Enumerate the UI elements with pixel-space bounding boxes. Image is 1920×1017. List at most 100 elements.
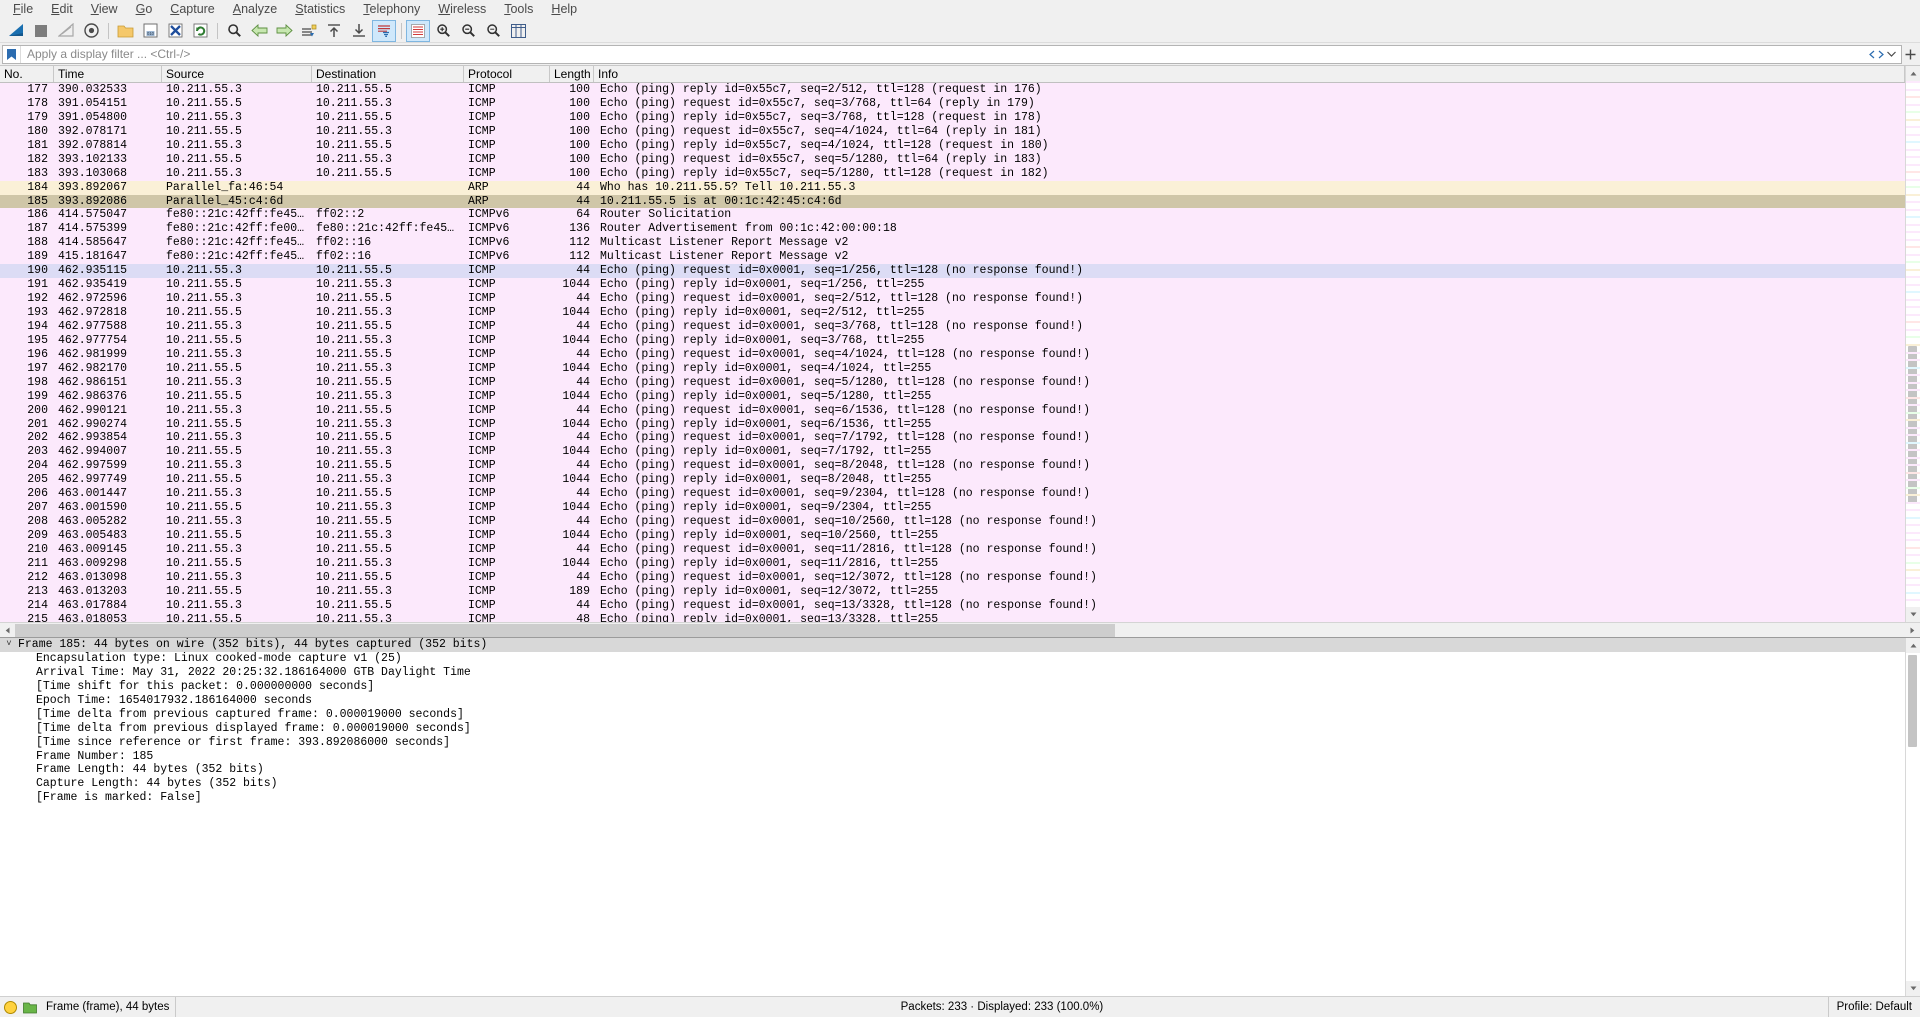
- packet-row[interactable]: 182 393.102133 10.211.55.5 10.211.55.3 ICMP 1…: [0, 152, 1905, 167]
- packet-row[interactable]: 205 462.997749 10.211.55.5 10.211.55.3 ICMP 1…: [0, 473, 1905, 488]
- packet-row[interactable]: 206 463.001447 10.211.55.3 10.211.55.5 ICMP 4…: [0, 487, 1905, 502]
- find-packet-button[interactable]: [222, 20, 246, 42]
- packet-list-vertical-scrollbar[interactable]: [1905, 66, 1920, 622]
- scroll-left-arrow-icon[interactable]: [0, 622, 15, 638]
- resize-columns-button[interactable]: [506, 20, 530, 42]
- packet-row[interactable]: 195 462.977754 10.211.55.5 10.211.55.3 ICMP 1…: [0, 333, 1905, 348]
- add-filter-button-icon[interactable]: [1902, 45, 1918, 64]
- capture-options-button[interactable]: [79, 20, 103, 42]
- go-first-packet-button[interactable]: [322, 20, 346, 42]
- go-back-button[interactable]: [247, 20, 271, 42]
- menu-statistics[interactable]: Statistics: [286, 0, 354, 19]
- restart-capture-button[interactable]: [54, 20, 78, 42]
- expert-info-icon[interactable]: [0, 997, 20, 1017]
- menu-capture[interactable]: Capture: [161, 0, 223, 19]
- packet-row[interactable]: 178 391.054151 10.211.55.5 10.211.55.3 ICMP 1…: [0, 96, 1905, 111]
- packet-row[interactable]: 203 462.994007 10.211.55.5 10.211.55.3 ICMP 1…: [0, 445, 1905, 460]
- details-vertical-scrollbar[interactable]: [1905, 638, 1920, 996]
- hscroll-track[interactable]: [15, 622, 1905, 638]
- filter-expand-icon[interactable]: [1867, 46, 1885, 63]
- menu-wireless[interactable]: Wireless: [429, 0, 495, 19]
- chevron-down-icon[interactable]: ˅: [2, 638, 16, 652]
- packet-details-tree[interactable]: ˅ Frame 185: 44 bytes on wire (352 bits),…: [0, 638, 1905, 996]
- column-header-protocol[interactable]: Protocol: [464, 66, 550, 82]
- column-header-source[interactable]: Source: [162, 66, 312, 82]
- packet-row[interactable]: 188 414.585647 fe80::21c:42ff:fe45… ff02::1…: [0, 236, 1905, 251]
- go-to-packet-button[interactable]: [297, 20, 321, 42]
- packet-row[interactable]: 209 463.005483 10.211.55.5 10.211.55.3 ICMP 1…: [0, 529, 1905, 543]
- packet-row[interactable]: 181 392.078814 10.211.55.3 10.211.55.5 ICMP 1…: [0, 138, 1905, 153]
- detail-field-row[interactable]: Frame Number: 185: [0, 750, 1905, 764]
- packet-row[interactable]: 215 463.018053 10.211.55.5 10.211.55.3 ICMP 4…: [0, 612, 1905, 622]
- packet-row[interactable]: 211 463.009298 10.211.55.5 10.211.55.3 ICMP 1…: [0, 556, 1905, 571]
- zoom-out-button[interactable]: [456, 20, 480, 42]
- packet-row[interactable]: 180 392.078171 10.211.55.5 10.211.55.3 ICMP 1…: [0, 124, 1905, 139]
- menu-analyze[interactable]: Analyze: [224, 0, 286, 19]
- detail-field-row[interactable]: Frame Length: 44 bytes (352 bits): [0, 763, 1905, 777]
- packet-list-horizontal-scrollbar[interactable]: [0, 622, 1920, 638]
- packet-row[interactable]: 207 463.001590 10.211.55.5 10.211.55.3 ICMP 1…: [0, 501, 1905, 516]
- packet-row[interactable]: 197 462.982170 10.211.55.5 10.211.55.3 ICMP 1…: [0, 361, 1905, 376]
- go-last-packet-button[interactable]: [347, 20, 371, 42]
- packet-row[interactable]: 198 462.986151 10.211.55.3 10.211.55.5 ICMP 4…: [0, 375, 1905, 390]
- detail-field-row[interactable]: [Time since reference or first frame: 39…: [0, 736, 1905, 750]
- column-header-destination[interactable]: Destination: [312, 66, 464, 82]
- packet-row[interactable]: 212 463.013098 10.211.55.3 10.211.55.5 ICMP 4…: [0, 570, 1905, 585]
- detail-field-row[interactable]: [Time shift for this packet: 0.000000000…: [0, 680, 1905, 694]
- details-scrollbar-track[interactable]: [1906, 653, 1920, 981]
- zoom-in-button[interactable]: [431, 20, 455, 42]
- scroll-up-arrow-icon[interactable]: [1906, 66, 1920, 81]
- packet-row[interactable]: 192 462.972596 10.211.55.3 10.211.55.5 ICMP 4…: [0, 292, 1905, 306]
- detail-field-row[interactable]: Epoch Time: 1654017932.186164000 seconds: [0, 694, 1905, 708]
- detail-field-row[interactable]: [Frame is marked: False]: [0, 791, 1905, 805]
- packet-row[interactable]: 185 393.892086 Parallel_45:c4:6d ARP 44 10.21…: [0, 194, 1905, 209]
- open-file-button[interactable]: [113, 20, 137, 42]
- colorize-packets-button[interactable]: [406, 19, 430, 42]
- packet-row[interactable]: 199 462.986376 10.211.55.5 10.211.55.3 ICMP 1…: [0, 389, 1905, 404]
- display-filter-input[interactable]: Apply a display filter ... <Ctrl-/>: [2, 44, 1902, 64]
- reload-file-button[interactable]: [188, 20, 212, 42]
- menu-view[interactable]: View: [82, 0, 127, 19]
- packet-row[interactable]: 202 462.993854 10.211.55.3 10.211.55.5 ICMP 4…: [0, 431, 1905, 446]
- capture-file-properties-icon[interactable]: [20, 997, 40, 1017]
- detail-field-row[interactable]: [Time delta from previous captured frame…: [0, 708, 1905, 722]
- detail-root-row[interactable]: ˅ Frame 185: 44 bytes on wire (352 bits),…: [0, 638, 1905, 652]
- packet-row[interactable]: 187 414.575399 fe80::21c:42ff:fe00… fe80::2…: [0, 222, 1905, 237]
- packet-row[interactable]: 196 462.981999 10.211.55.3 10.211.55.5 ICMP 4…: [0, 347, 1905, 362]
- bookmark-icon[interactable]: [3, 45, 21, 63]
- start-capture-button[interactable]: [4, 20, 28, 42]
- packet-row[interactable]: 208 463.005282 10.211.55.3 10.211.55.5 ICMP 4…: [0, 515, 1905, 529]
- packet-row[interactable]: 193 462.972818 10.211.55.5 10.211.55.3 ICMP 1…: [0, 306, 1905, 320]
- save-file-button[interactable]: 010: [138, 20, 162, 42]
- packet-row[interactable]: 189 415.181647 fe80::21c:42ff:fe45… ff02::1…: [0, 250, 1905, 265]
- menu-file[interactable]: File: [4, 0, 42, 19]
- packet-row[interactable]: 200 462.990121 10.211.55.3 10.211.55.5 ICMP 4…: [0, 403, 1905, 418]
- details-scroll-down-arrow-icon[interactable]: [1906, 981, 1920, 996]
- detail-field-row[interactable]: Arrival Time: May 31, 2022 20:25:32.1861…: [0, 666, 1905, 680]
- column-header-no[interactable]: No.: [0, 66, 54, 82]
- status-bar-profile[interactable]: Profile: Default: [1829, 1001, 1920, 1013]
- detail-field-row[interactable]: [Time delta from previous displayed fram…: [0, 722, 1905, 736]
- close-file-button[interactable]: [163, 20, 187, 42]
- packet-row[interactable]: 190 462.935115 10.211.55.3 10.211.55.5 ICMP 4…: [0, 264, 1905, 279]
- menu-telephony[interactable]: Telephony: [354, 0, 429, 19]
- packet-row[interactable]: 210 463.009145 10.211.55.3 10.211.55.5 ICMP 4…: [0, 542, 1905, 557]
- hscroll-thumb[interactable]: [15, 623, 1115, 637]
- menu-tools[interactable]: Tools: [495, 0, 542, 19]
- chevron-down-icon[interactable]: [1885, 46, 1898, 63]
- auto-scroll-button[interactable]: [372, 19, 396, 42]
- stop-capture-button[interactable]: [29, 20, 53, 42]
- detail-field-row[interactable]: Encapsulation type: Linux cooked-mode ca…: [0, 652, 1905, 666]
- packet-row[interactable]: 213 463.013203 10.211.55.5 10.211.55.3 ICMP 1…: [0, 584, 1905, 599]
- packet-row[interactable]: 191 462.935419 10.211.55.5 10.211.55.3 ICMP 1…: [0, 278, 1905, 293]
- packet-row[interactable]: 214 463.017884 10.211.55.3 10.211.55.5 ICMP 4…: [0, 598, 1905, 613]
- column-header-length[interactable]: Length: [550, 66, 594, 82]
- scroll-right-arrow-icon[interactable]: [1905, 622, 1920, 638]
- details-scrollbar-thumb[interactable]: [1908, 655, 1917, 747]
- menu-edit[interactable]: Edit: [42, 0, 82, 19]
- go-forward-button[interactable]: [272, 20, 296, 42]
- zoom-reset-button[interactable]: [481, 20, 505, 42]
- packet-row[interactable]: 201 462.990274 10.211.55.5 10.211.55.3 ICMP 1…: [0, 417, 1905, 432]
- packet-row[interactable]: 186 414.575047 fe80::21c:42ff:fe45… ff02::2…: [0, 208, 1905, 223]
- packet-row[interactable]: 177 390.032533 10.211.55.3 10.211.55.5 ICMP 1…: [0, 83, 1905, 97]
